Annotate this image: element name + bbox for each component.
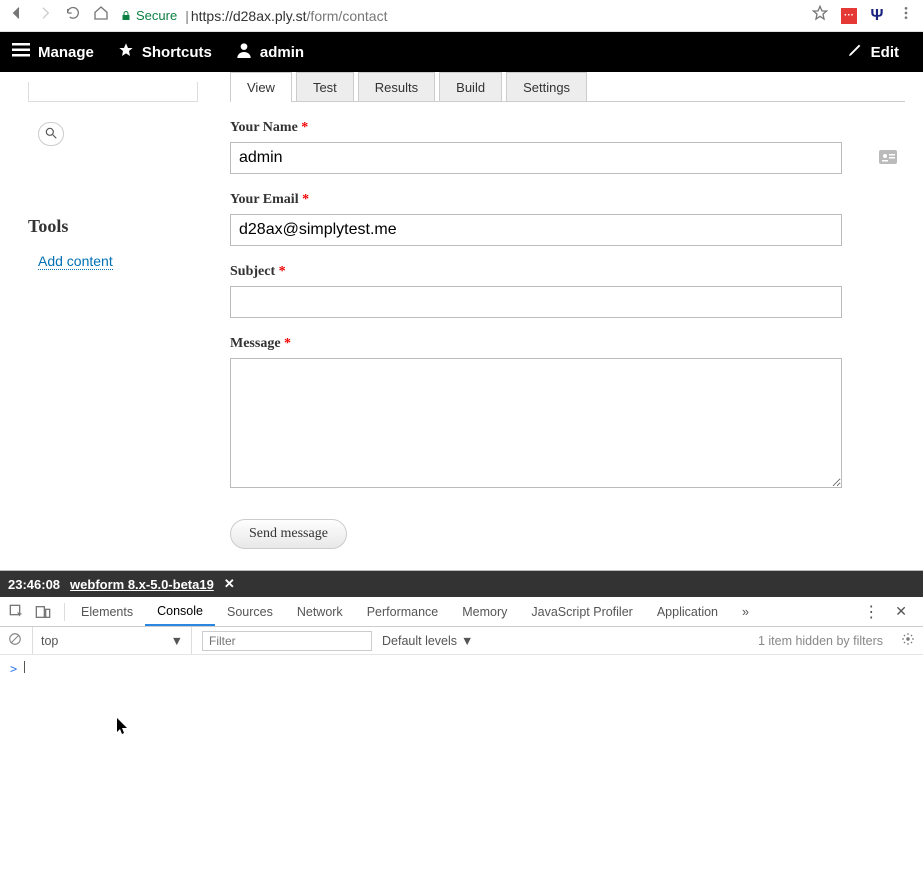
menu-dots-icon[interactable] [897,5,915,26]
chevron-down-icon: ▼ [461,634,473,648]
devtools-tab-elements[interactable]: Elements [69,597,145,627]
user-icon [236,41,252,63]
cursor-icon [117,718,131,741]
tab-test[interactable]: Test [296,72,354,101]
pencil-icon [847,42,863,62]
devtools-titlebar: 23:46:08 webform 8.x-5.0-beta19 ✕ [0,571,923,597]
chevron-down-icon: ▼ [171,634,183,648]
address-bar[interactable]: Secure | https://d28ax.ply.st/form/conta… [120,8,801,24]
extension-red-icon[interactable]: ··· [841,8,857,24]
devtools-filterbar: top ▼ Default levels ▼ 1 item hidden by … [0,627,923,655]
send-message-button[interactable]: Send message [230,519,347,549]
console-prompt: > [10,662,17,676]
search-button[interactable] [38,122,64,146]
user-label: admin [260,44,304,61]
sidebar: Tools Add content [0,72,210,549]
tab-build[interactable]: Build [439,72,502,101]
context-label: top [41,634,58,648]
extension-psi-icon[interactable]: Ψ [869,8,885,24]
tab-view[interactable]: View [230,72,292,102]
devtools-tab-network[interactable]: Network [285,597,355,627]
devtools-tab-console[interactable]: Console [145,597,215,626]
star-icon[interactable] [811,5,829,26]
edit-label: Edit [871,44,899,61]
secure-badge: Secure [120,8,177,23]
forward-icon[interactable] [36,5,54,26]
tools-heading: Tools [28,216,192,237]
shortcuts-button[interactable]: Shortcuts [106,32,224,72]
secure-label: Secure [136,8,177,23]
devtools-close-icon[interactable]: ✕ [887,603,915,620]
devtools-title: webform 8.x-5.0-beta19 [70,577,214,592]
tab-bar: View Test Results Build Settings [230,72,905,102]
edit-button[interactable]: Edit [835,32,911,72]
devtools-menu-icon[interactable]: ⋮ [855,602,887,622]
tab-settings[interactable]: Settings [506,72,587,101]
clear-console-icon[interactable] [8,632,22,649]
subject-label: Subject * [230,264,905,280]
hidden-items-note: 1 item hidden by filters [758,634,883,648]
star-filled-icon [118,42,134,62]
shortcuts-label: Shortcuts [142,44,212,61]
url-path: /form/contact [307,8,388,24]
device-icon[interactable] [34,603,52,621]
devtools-tab-sources[interactable]: Sources [215,597,285,627]
devtools-title-close-icon[interactable]: ✕ [224,576,235,592]
browser-toolbar: Secure | https://d28ax.ply.st/form/conta… [0,0,923,32]
email-label: Your Email * [230,192,905,208]
console-filter-input[interactable] [202,631,372,651]
subject-field[interactable] [230,286,842,318]
devtools-tab-jsprofiler[interactable]: JavaScript Profiler [519,597,644,627]
devtools-tabs: Elements Console Sources Network Perform… [0,597,923,627]
inspect-icon[interactable] [8,603,26,621]
add-content-link[interactable]: Add content [38,253,113,270]
back-icon[interactable] [8,5,26,26]
name-field[interactable] [230,142,842,174]
tab-results[interactable]: Results [358,72,435,101]
devtools-panel: 23:46:08 webform 8.x-5.0-beta19 ✕ Elemen… [0,570,923,887]
message-label: Message * [230,336,905,352]
url-host: https://d28ax.ply.st [191,8,307,24]
devtools-tab-memory[interactable]: Memory [450,597,519,627]
name-label: Your Name * [230,120,905,136]
devtools-time: 23:46:08 [8,577,60,592]
console-output[interactable]: > [0,655,923,887]
devtools-tab-application[interactable]: Application [645,597,730,627]
manage-label: Manage [38,44,94,61]
email-field[interactable] [230,214,842,246]
admin-toolbar: Manage Shortcuts admin Edit [0,32,923,72]
context-selector[interactable]: top ▼ [32,627,192,654]
main-content: View Test Results Build Settings Your Na… [210,72,923,549]
reload-icon[interactable] [64,5,82,26]
search-icon [44,126,58,143]
console-settings-icon[interactable] [901,632,915,649]
search-field-collapsed[interactable] [28,82,198,102]
home-icon[interactable] [92,5,110,26]
hamburger-icon [12,43,30,61]
user-menu[interactable]: admin [224,32,316,72]
devtools-tab-performance[interactable]: Performance [355,597,451,627]
manage-button[interactable]: Manage [12,32,106,72]
message-field[interactable] [230,358,842,488]
log-levels-selector[interactable]: Default levels ▼ [382,634,473,648]
devtools-tab-more-icon[interactable]: » [730,597,761,627]
levels-label: Default levels [382,634,457,648]
contact-card-icon [879,150,897,167]
